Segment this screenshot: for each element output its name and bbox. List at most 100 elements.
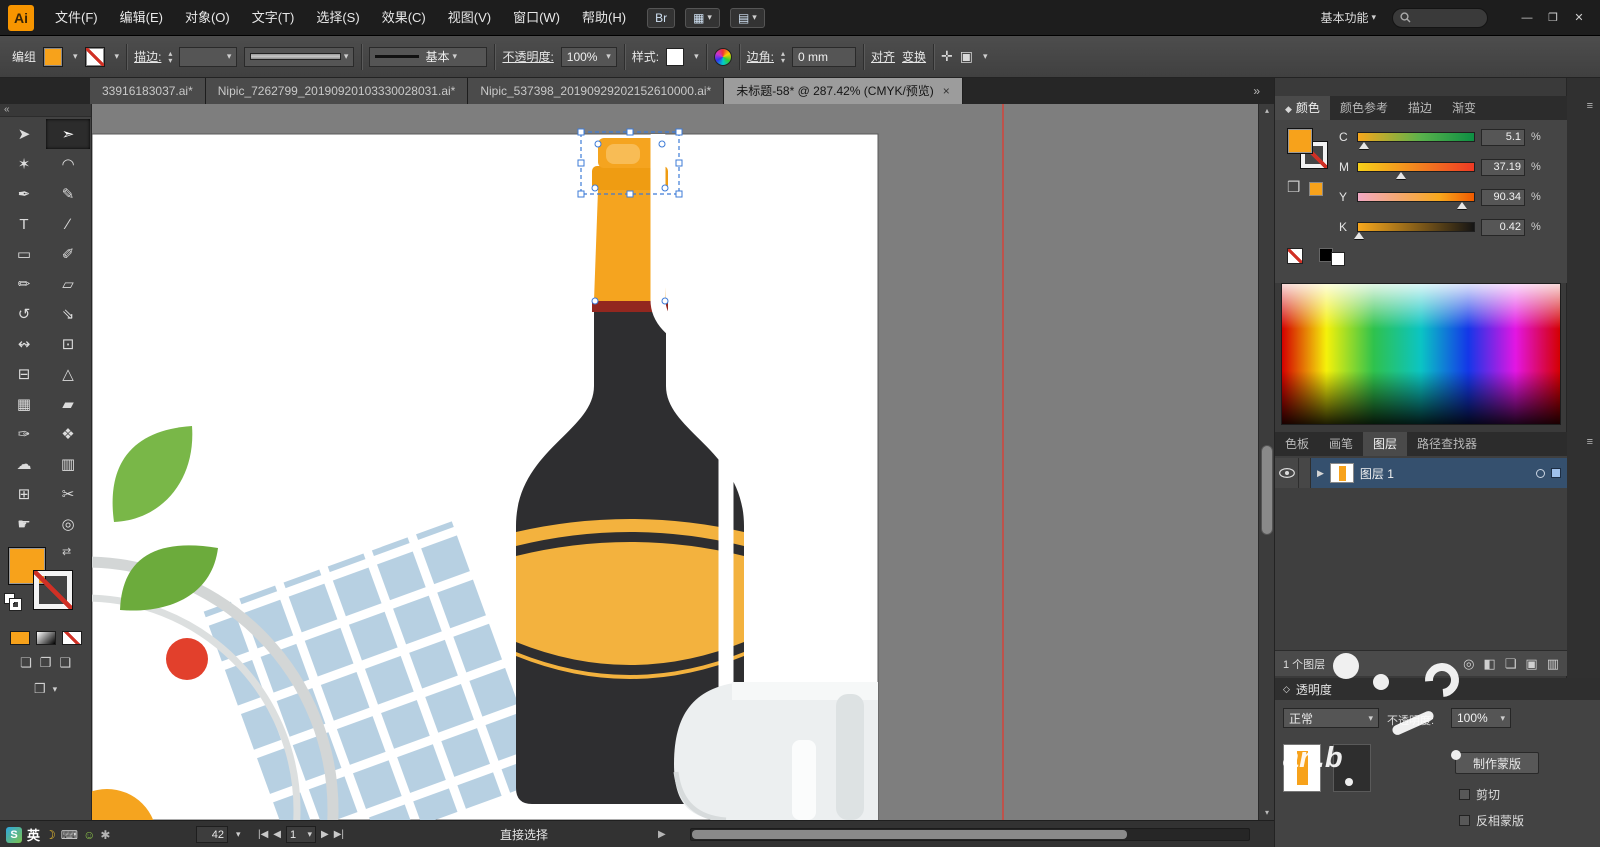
person-icon[interactable]: ☺: [83, 828, 95, 842]
symbol-sprayer-tool[interactable]: ☁: [2, 449, 46, 479]
document-tab-2[interactable]: Nipic_7262799_20190920103330028031.ai*: [206, 78, 469, 104]
artboard-view[interactable]: [92, 104, 1258, 820]
language-indicator[interactable]: 英: [27, 825, 40, 844]
free-transform-tool[interactable]: ⊡: [46, 329, 90, 359]
yellow-value-field[interactable]: 90.34: [1481, 189, 1525, 206]
status-expand-icon[interactable]: ▶: [658, 821, 666, 847]
document-tab-active[interactable]: 未标题-58* @ 287.42% (CMYK/预览)×: [724, 78, 963, 104]
stroke-swatch[interactable]: [34, 571, 72, 609]
opacity-field[interactable]: 100%▾: [561, 47, 617, 67]
clip-checkbox-row[interactable]: 剪切: [1459, 786, 1500, 803]
perspective-grid-tool[interactable]: △: [46, 359, 90, 389]
red-dot-shape[interactable]: [166, 638, 208, 680]
artboard-number-field[interactable]: 1▾: [286, 826, 316, 843]
opacity-field[interactable]: 100%▾: [1451, 708, 1511, 728]
slider-thumb[interactable]: [1354, 232, 1364, 239]
gamut-color-swatch[interactable]: [1309, 182, 1323, 196]
screen-mode-button[interactable]: ❒ ▾: [0, 681, 91, 697]
ime-logo[interactable]: S: [6, 827, 22, 843]
width-profile-dropdown[interactable]: ▾: [244, 47, 354, 67]
panel-options-icon[interactable]: ▣: [960, 48, 973, 65]
graphic-style-swatch[interactable]: [666, 48, 684, 66]
slider-thumb[interactable]: [1396, 172, 1406, 179]
menu-help[interactable]: 帮助(H): [571, 0, 637, 36]
transform-link[interactable]: 变换: [902, 48, 926, 65]
vertical-scroll-thumb[interactable]: [1261, 445, 1273, 535]
make-mask-button[interactable]: 制作蒙版: [1455, 752, 1539, 774]
menu-view[interactable]: 视图(V): [437, 0, 502, 36]
stroke-weight-field[interactable]: ▾: [179, 47, 237, 67]
out-of-gamut-cube-icon[interactable]: ❒: [1287, 178, 1300, 196]
align-link[interactable]: 对齐: [871, 48, 895, 65]
column-graph-tool[interactable]: ▥: [46, 449, 90, 479]
black-value-field[interactable]: 0.42: [1481, 219, 1525, 236]
default-stroke-icon[interactable]: [10, 599, 21, 610]
shape-builder-tool[interactable]: ⊟: [2, 359, 46, 389]
yellow-slider[interactable]: [1357, 192, 1475, 202]
corner-link[interactable]: 边角:: [747, 48, 774, 65]
horizontal-scrollbar[interactable]: [690, 828, 1250, 841]
document-layout-button[interactable]: ▤ ▾: [730, 8, 765, 28]
stroke-weight-stepper[interactable]: ▴▾: [168, 50, 172, 64]
color-spectrum[interactable]: [1281, 283, 1561, 425]
document-tab-1[interactable]: 33916183037.ai*: [90, 78, 206, 104]
fill-color-swatch[interactable]: [43, 47, 63, 67]
panel-menu-icon[interactable]: ≡: [1587, 436, 1593, 448]
object-thumbnail[interactable]: [1283, 744, 1321, 792]
vertical-scrollbar[interactable]: ▴ ▾: [1258, 104, 1274, 820]
keyboard-icon[interactable]: ⌨: [61, 828, 78, 842]
zoom-control[interactable]: 42 ▾: [196, 821, 241, 847]
magenta-slider[interactable]: [1357, 162, 1475, 172]
layer-thumbnail[interactable]: [1330, 463, 1354, 483]
visibility-toggle[interactable]: [1275, 458, 1299, 488]
horizontal-scroll-thumb[interactable]: [692, 830, 1127, 839]
restore-button[interactable]: ❐: [1540, 8, 1566, 28]
direct-selection-tool[interactable]: ➣: [46, 119, 90, 149]
minimize-button[interactable]: —: [1514, 8, 1540, 28]
menu-window[interactable]: 窗口(W): [502, 0, 571, 36]
curvature-tool[interactable]: ✎: [46, 179, 90, 209]
lasso-tool[interactable]: ◠: [46, 149, 90, 179]
transparency-header[interactable]: ◇ 透明度: [1275, 678, 1600, 700]
slider-thumb[interactable]: [1359, 142, 1369, 149]
make-clip-mask-icon[interactable]: ◧: [1483, 656, 1495, 672]
menu-effect[interactable]: 效果(C): [371, 0, 437, 36]
layer-row[interactable]: ▶ 图层 1: [1275, 458, 1567, 488]
mask-thumbnail[interactable]: [1333, 744, 1371, 792]
selection-tool[interactable]: ➤: [2, 119, 46, 149]
stroke-color-swatch[interactable]: [85, 47, 105, 67]
menu-edit[interactable]: 编辑(E): [109, 0, 174, 36]
swap-fill-stroke-icon[interactable]: ⇄: [62, 545, 71, 558]
moon-icon[interactable]: ☽: [45, 828, 56, 842]
artboard-tool[interactable]: ⊞: [2, 479, 46, 509]
panel-menu-icon[interactable]: ≡: [1587, 100, 1593, 112]
previous-artboard-icon[interactable]: ◀: [273, 829, 281, 840]
mesh-tool[interactable]: ▦: [2, 389, 46, 419]
hand-tool[interactable]: ☛: [2, 509, 46, 539]
corner-stepper[interactable]: ▴▾: [781, 50, 785, 64]
pen-tool[interactable]: ✒: [2, 179, 46, 209]
search-input[interactable]: [1392, 8, 1488, 28]
wrench-icon[interactable]: ✱: [100, 828, 110, 842]
tab-brushes[interactable]: 画笔: [1319, 432, 1363, 456]
draw-inside-icon[interactable]: ❑: [59, 655, 71, 671]
blend-mode-dropdown[interactable]: 正常▾: [1283, 708, 1379, 728]
close-button[interactable]: ✕: [1566, 8, 1592, 28]
document-tab-3[interactable]: Nipic_537398_20190929202152610000.ai*: [468, 78, 724, 104]
cyan-slider[interactable]: [1357, 132, 1475, 142]
selected-layer[interactable]: ▶ 图层 1: [1311, 458, 1567, 488]
gradient-tool[interactable]: ▰: [46, 389, 90, 419]
menu-type[interactable]: 文字(T): [241, 0, 306, 36]
recolor-artwork-icon[interactable]: [714, 48, 732, 66]
rectangle-tool[interactable]: ▭: [2, 239, 46, 269]
eyedropper-tool[interactable]: ✑: [2, 419, 46, 449]
paintbrush-tool[interactable]: ✐: [46, 239, 90, 269]
black-slider[interactable]: [1357, 222, 1475, 232]
new-sublayer-icon[interactable]: ❏: [1505, 656, 1517, 672]
bridge-button[interactable]: Br: [647, 8, 675, 28]
first-artboard-icon[interactable]: |◀: [258, 829, 268, 840]
panel-fill-swatch[interactable]: [1287, 128, 1313, 154]
width-tool[interactable]: ↭: [2, 329, 46, 359]
none-button[interactable]: [62, 631, 82, 645]
target-circle-icon[interactable]: [1536, 469, 1545, 478]
